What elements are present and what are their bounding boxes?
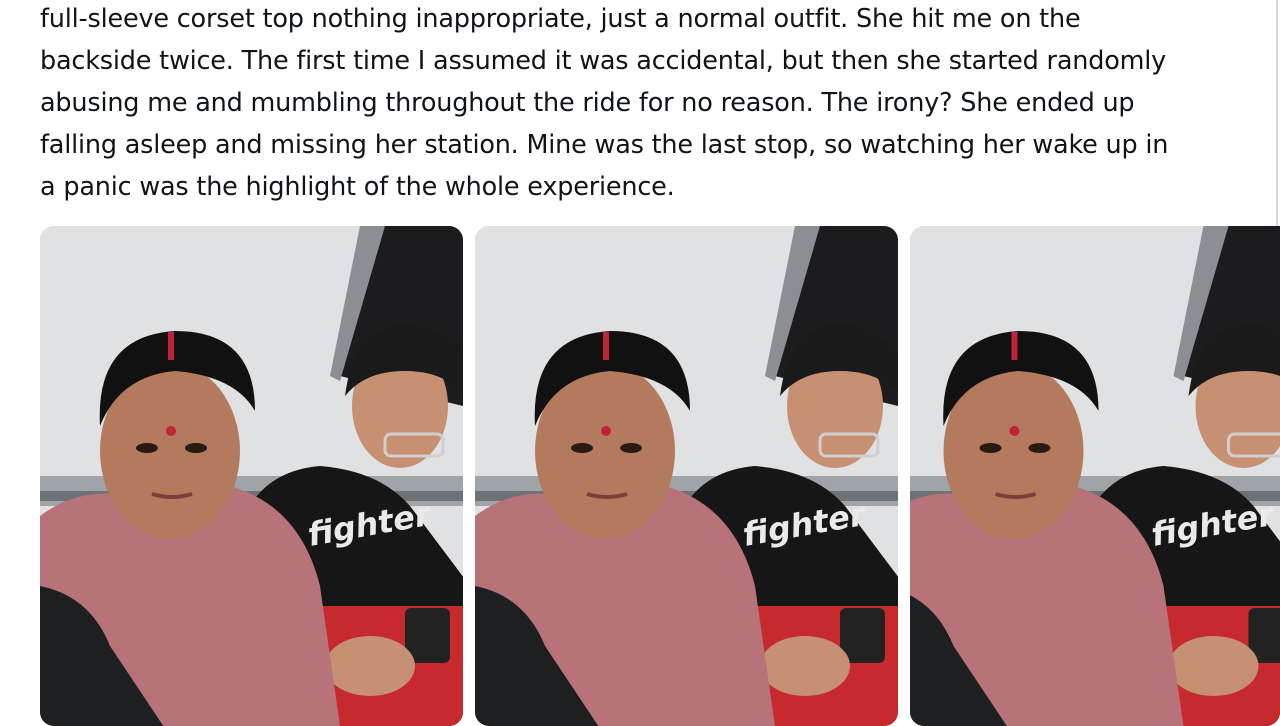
photo-2[interactable]: fighter xyxy=(475,226,898,726)
photo-image: fighter xyxy=(910,226,1280,726)
post-text-line: abusing me and mumbling throughout the r… xyxy=(40,82,1255,124)
post-text-line: full-sleeve corset top nothing inappropr… xyxy=(40,0,1255,40)
post-text-line: backside twice. The first time I assumed… xyxy=(40,40,1255,82)
photo-3[interactable]: fighter xyxy=(910,226,1280,726)
photo-1[interactable]: fighter xyxy=(40,226,463,726)
post-text: full-sleeve corset top nothing inappropr… xyxy=(40,0,1255,208)
photo-image: fighter xyxy=(475,226,898,726)
photo-image: fighter xyxy=(40,226,463,726)
media-gallery: fighter fighter xyxy=(40,226,1280,720)
post-text-line: a panic was the highlight of the whole e… xyxy=(40,166,1255,208)
post-text-line: falling asleep and missing her station. … xyxy=(40,124,1255,166)
